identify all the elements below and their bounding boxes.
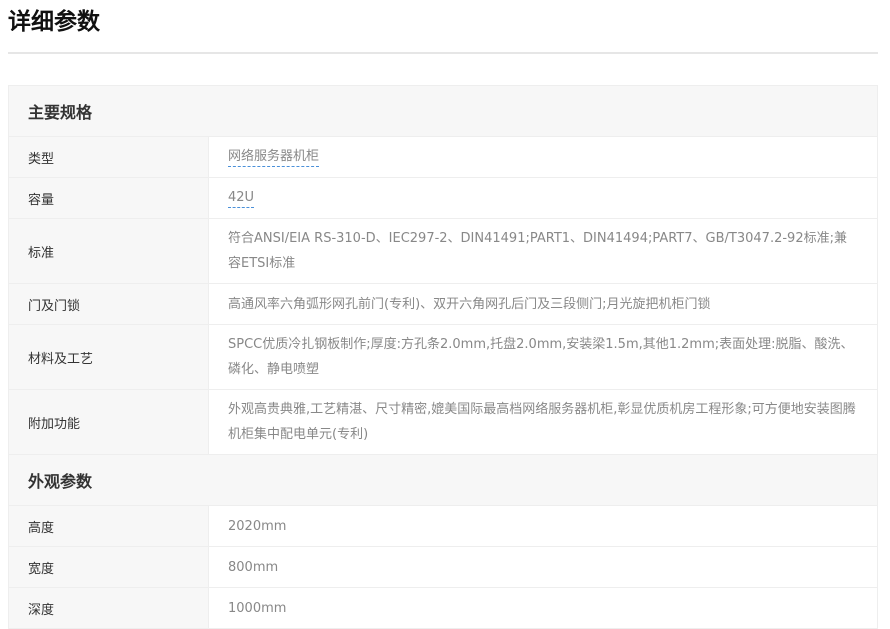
- spec-value: 800mm: [228, 559, 279, 575]
- spec-row-capacity: 容量 42U: [9, 178, 877, 219]
- spec-row-width: 宽度 800mm: [9, 547, 877, 588]
- spec-label: 宽度: [9, 547, 209, 587]
- spec-row-height: 高度 2020mm: [9, 506, 877, 547]
- spec-row-depth: 深度 1000mm: [9, 588, 877, 629]
- type-link[interactable]: 网络服务器机柜: [228, 148, 320, 167]
- title-divider: [8, 52, 878, 54]
- spec-value: 符合ANSI/EIA RS-310-D、IEC297-2、DIN41491;PA…: [228, 231, 847, 271]
- spec-row-door-lock: 门及门锁 高通风率六角弧形网孔前门(专利)、双开六角网孔后门及三段侧门;月光旋把…: [9, 284, 877, 325]
- spec-value: 2020mm: [228, 518, 287, 534]
- spec-label: 高度: [9, 506, 209, 546]
- spec-row-extra-features: 附加功能 外观高贵典雅,工艺精湛、尺寸精密,媲美国际最高档网络服务器机柜,彰显优…: [9, 390, 877, 455]
- page-title: 详细参数: [8, 9, 100, 35]
- spec-label: 门及门锁: [9, 284, 209, 324]
- spec-label: 容量: [9, 178, 209, 218]
- spec-row-standard: 标准 符合ANSI/EIA RS-310-D、IEC297-2、DIN41491…: [9, 219, 877, 284]
- spec-value: 外观高贵典雅,工艺精湛、尺寸精密,媲美国际最高档网络服务器机柜,彰显优质机房工程…: [228, 402, 856, 442]
- capacity-link[interactable]: 42U: [228, 189, 255, 208]
- spec-label: 类型: [9, 137, 209, 177]
- spec-table: 主要规格 类型 网络服务器机柜 容量 42U 标准 符合ANSI/EIA RS-…: [8, 85, 878, 629]
- spec-label: 标准: [9, 219, 209, 283]
- section-heading-appearance: 外观参数: [9, 455, 877, 506]
- spec-label: 深度: [9, 588, 209, 628]
- spec-row-type: 类型 网络服务器机柜: [9, 137, 877, 178]
- section-heading-main-specs: 主要规格: [9, 86, 877, 137]
- spec-value: 1000mm: [228, 600, 287, 616]
- spec-label: 附加功能: [9, 390, 209, 454]
- spec-value: 42U: [209, 178, 877, 218]
- spec-value: 网络服务器机柜: [209, 137, 877, 177]
- spec-label: 材料及工艺: [9, 325, 209, 389]
- spec-value: SPCC优质冷扎钢板制作;厚度:方孔条2.0mm,托盘2.0mm,安装梁1.5m…: [228, 337, 854, 377]
- spec-row-material: 材料及工艺 SPCC优质冷扎钢板制作;厚度:方孔条2.0mm,托盘2.0mm,安…: [9, 325, 877, 390]
- spec-value: 高通风率六角弧形网孔前门(专利)、双开六角网孔后门及三段侧门;月光旋把机柜门锁: [228, 296, 711, 312]
